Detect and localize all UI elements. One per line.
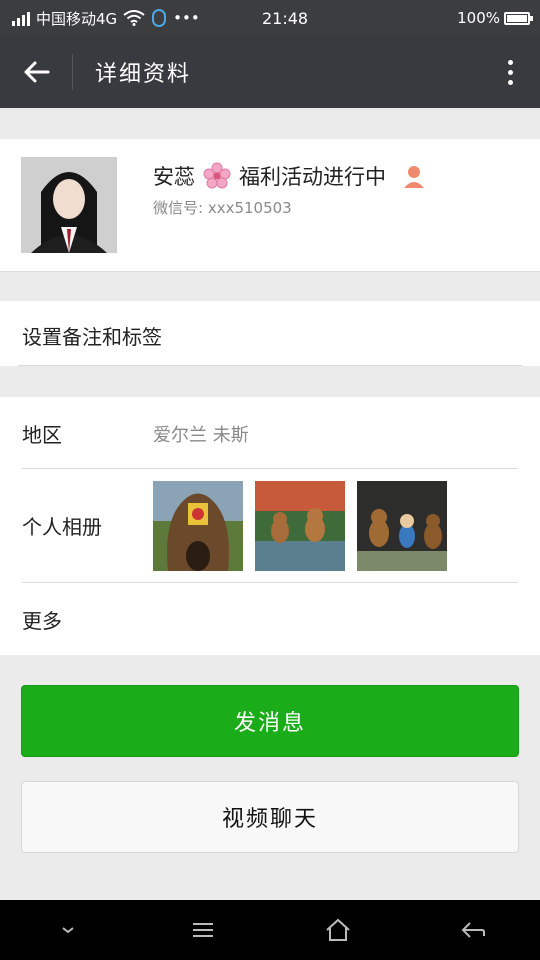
- more-vertical-icon: [507, 59, 513, 65]
- album-photo-2: [255, 481, 345, 571]
- video-chat-button[interactable]: 视频聊天: [21, 781, 519, 853]
- remark-divider: [18, 365, 522, 366]
- app-bar-divider: [72, 54, 73, 90]
- region-value: 爱尔兰 未斯: [153, 425, 249, 446]
- back-icon: [461, 922, 485, 938]
- album-label: 个人相册: [22, 515, 102, 539]
- send-message-button[interactable]: 发消息: [21, 685, 519, 757]
- avatar[interactable]: [21, 157, 117, 253]
- home-icon: [325, 918, 350, 941]
- region-row: 地区 爱尔兰 未斯: [0, 397, 540, 468]
- more-row[interactable]: 更多: [0, 583, 540, 655]
- signal-icon: [12, 10, 30, 26]
- nav-collapse-button[interactable]: [38, 900, 98, 960]
- female-icon: [404, 166, 424, 188]
- name-row: 安蕊 福利活动进行中: [153, 161, 426, 191]
- album-row[interactable]: 个人相册: [0, 469, 540, 583]
- more-options-button[interactable]: [480, 36, 540, 108]
- region-label: 地区: [22, 423, 62, 447]
- nav-back-button[interactable]: [443, 900, 503, 960]
- album-photo-1: [153, 481, 243, 571]
- app-notification-icon: [152, 9, 167, 27]
- status-left: 中国移动4G •••: [0, 8, 242, 29]
- nav-home-button[interactable]: [308, 900, 368, 960]
- avatar-image: [21, 157, 117, 253]
- more-label: 更多: [22, 609, 62, 633]
- more-notifications-icon: •••: [173, 9, 200, 27]
- status-time: 21:48: [262, 8, 309, 28]
- menu-icon: [192, 923, 213, 937]
- remark-label: 设置备注和标签: [22, 325, 162, 349]
- carrier-label: 中国移动4G: [36, 9, 118, 28]
- profile-name: 安蕊: [153, 165, 195, 189]
- remark-row[interactable]: 设置备注和标签: [0, 301, 540, 366]
- back-button[interactable]: [0, 36, 72, 108]
- arrow-left-icon: [24, 61, 50, 83]
- battery-icon: [504, 11, 533, 25]
- profile-name-suffix: 福利活动进行中: [239, 165, 386, 189]
- chevron-down-icon: [61, 927, 74, 934]
- wifi-icon: [123, 10, 145, 26]
- status-right: 100%: [457, 9, 540, 27]
- status-bar: 中国移动4G ••• 21:48 100%: [0, 0, 540, 36]
- app-bar: 详细资料: [0, 36, 540, 108]
- nav-menu-button[interactable]: [173, 900, 233, 960]
- info-card: 地区 爱尔兰 未斯 个人相册 更多: [0, 397, 540, 655]
- album-photo-3: [357, 481, 447, 571]
- profile-card: 安蕊 福利活动进行中 微信号: xxx510503: [0, 139, 540, 272]
- flower-icon: [203, 162, 231, 189]
- battery-percent: 100%: [457, 9, 500, 27]
- wechat-id: 微信号: xxx510503: [153, 199, 292, 217]
- page-title: 详细资料: [95, 62, 192, 87]
- system-nav-bar: [0, 900, 540, 960]
